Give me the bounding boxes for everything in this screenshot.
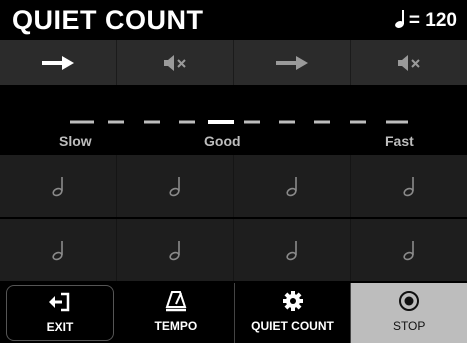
meter-label-slow: Slow [59,133,92,149]
speaker-muted-icon [164,54,186,71]
stop-label: STOP [392,319,426,333]
tempo-label: TEMPO [154,319,198,333]
timing-meter-dashes [70,120,408,124]
meter-label-fast: Fast [385,133,414,149]
beat-cell-3[interactable] [234,40,351,85]
half-note-icon [169,177,180,197]
timing-meter: Slow Good Fast [0,85,467,155]
tempo-button[interactable]: TEMPO [118,283,235,343]
note-cell[interactable] [234,219,351,281]
timing-meter-labels: Slow Good Fast [0,133,467,151]
half-note-icon [286,177,297,197]
note-cell[interactable] [351,219,467,281]
beat-cell-4[interactable] [351,40,467,85]
metronome-icon [165,291,187,312]
exit-button[interactable]: EXIT [6,285,114,341]
tempo-value: = 120 [408,10,457,31]
half-note-icon [403,241,414,261]
half-note-icon [403,177,414,197]
beat-strip [0,40,467,85]
meter-label-good: Good [204,133,241,149]
speaker-muted-icon [398,54,420,71]
gear-icon [282,291,303,311]
beat-cell-1[interactable] [0,40,117,85]
note-row-2 [0,219,467,281]
beat-cell-2[interactable] [117,40,234,85]
quarter-note-icon [395,10,404,28]
half-note-icon [286,241,297,261]
bottom-toolbar: EXIT TEMPO QUIET COUNT STOP [0,283,467,343]
note-row-1 [0,155,467,217]
note-grid [0,155,467,283]
quiet-count-button[interactable]: QUIET COUNT [235,283,352,343]
exit-icon [49,292,70,312]
tempo-readout: = 120 [394,9,457,32]
note-cell[interactable] [117,219,234,281]
half-note-icon [169,241,180,261]
stop-button[interactable]: STOP [351,283,467,343]
arrow-right-icon [42,55,74,70]
title-bar: QUIET COUNT = 120 [0,0,467,40]
note-cell[interactable] [351,155,467,217]
note-cell[interactable] [117,155,234,217]
note-cell[interactable] [234,155,351,217]
half-note-icon [52,177,63,197]
quiet-count-label: QUIET COUNT [251,319,334,333]
half-note-icon [52,241,63,261]
stop-icon [399,291,420,311]
app-title: QUIET COUNT [12,5,204,35]
arrow-right-icon [276,55,308,70]
note-cell[interactable] [0,219,117,281]
note-cell[interactable] [0,155,117,217]
exit-label: EXIT [46,320,74,334]
